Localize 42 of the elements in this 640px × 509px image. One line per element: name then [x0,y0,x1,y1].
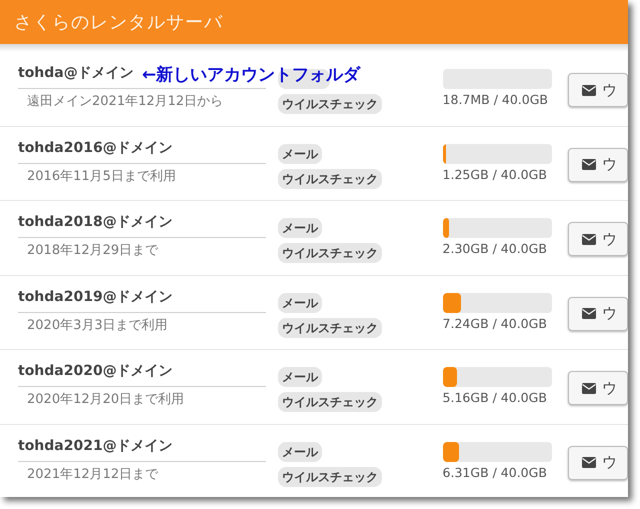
account-name: tohda2020@ドメイン [18,361,266,387]
usage-reading: 18.7MB / 40.0GB [442,91,549,109]
mail-button[interactable]: ウ [568,371,628,405]
usage-reading: 7.24GB / 40.0GB [442,314,548,332]
mail-button[interactable]: ウ [568,446,628,480]
mail-button[interactable]: ウ [568,73,628,107]
tag: ウイルスチェック [278,94,382,114]
tag: メール [278,144,322,164]
usage-reading: 5.16GB / 40.0GB [442,389,548,407]
envelope-icon [582,308,596,319]
account-note: 2020年3月3日まで利用 [27,316,169,334]
account-name: tohda2019@ドメイン [18,286,266,312]
tag: メール [278,218,322,238]
mail-button[interactable]: ウ [568,222,628,256]
account-note: 2016年11月5日まで利用 [27,168,177,186]
envelope-icon [582,382,596,394]
account-note: 遠田メイン2021年12月12日から [27,93,224,111]
usage-reading: 1.25GB / 40.0GB [442,166,548,184]
tag: ウイルスチェック [278,168,382,188]
account-note: 2018年12月29日まで [27,242,160,260]
tag: ウイルスチェック [278,243,382,263]
usage-reading: 2.30GB / 40.0GB [442,240,548,258]
tag: メール [278,367,322,387]
app-title: さくらのレンタルサーバ [14,10,223,34]
account-note: 2021年12月12日まで [27,466,160,484]
account-name: tohda2018@ドメイン [18,212,266,238]
envelope-icon [582,84,596,96]
tag: ウイルスチェック [278,318,382,338]
usage-reading: 6.31GB / 40.0GB [442,464,548,482]
account-name: tohda2016@ドメイン [18,138,266,164]
tag: ウイルスチェック [278,392,382,412]
annotation-text: ←新しいアカウントフォルダ [142,64,360,87]
envelope-icon [582,234,596,244]
account-note: 2020年12月20日まで利用 [27,391,186,409]
tag: メール [278,292,322,312]
mail-button[interactable]: ウ [568,296,628,330]
envelope-icon [582,159,596,170]
tag: メール [278,442,322,462]
mail-button[interactable]: ウ [568,148,628,182]
tag: ウイルスチェック [278,466,382,486]
account-name: tohda2021@ドメイン [18,436,266,462]
envelope-icon [582,457,596,468]
